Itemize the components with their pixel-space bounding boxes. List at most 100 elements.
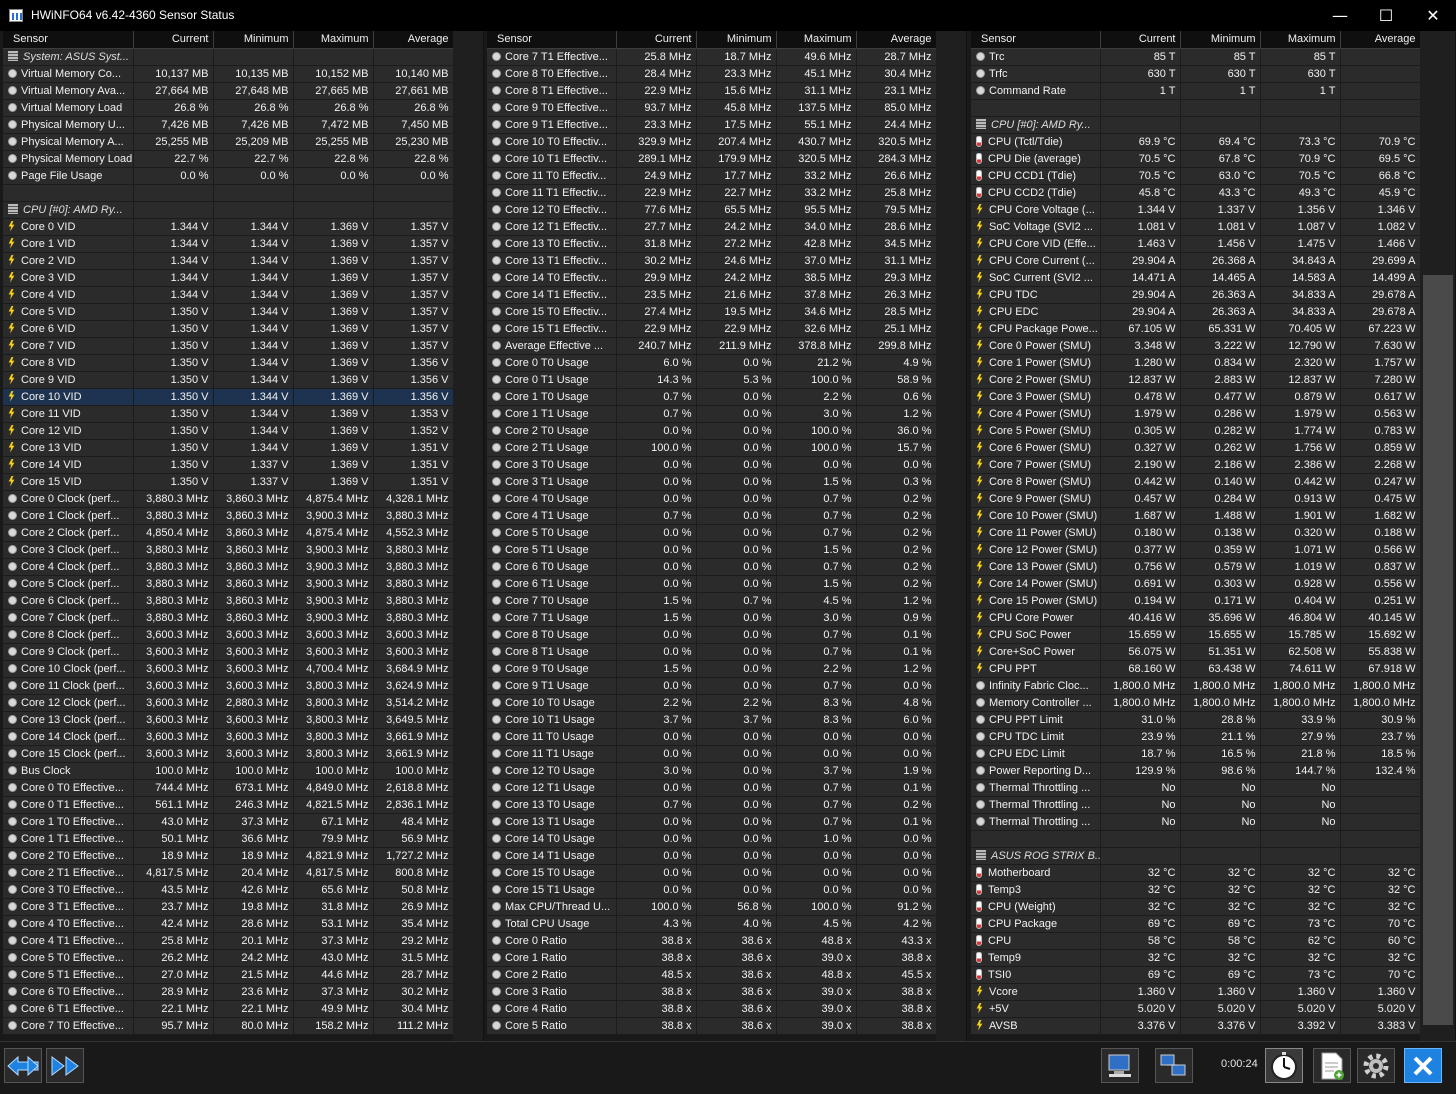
sensor-row[interactable]: CPU Core Power 40.416 W 35.696 W 46.804 W 40… [971,609,1421,627]
sensor-row[interactable]: Core 6 T1 Usage 0.0 % 0.0 % 1.5 % 0.2 % [487,575,937,593]
sensor-row[interactable]: Core 0 Clock (perf... 3,880.3 MHz 3,860.3 … [3,490,454,508]
sensor-row[interactable]: Core 14 Clock (perf... 3,600.3 MHz 3,600.3… [3,728,454,746]
sensor-row[interactable]: Core 12 T0 Effectiv... 77.6 MHz 65.5 MHz 95… [487,201,937,219]
sensor-row[interactable]: Core 14 T1 Effectiv... 23.5 MHz 21.6 MHz 37… [487,286,937,304]
sensor-row[interactable]: Core 1 T1 Effective... 50.1 MHz 36.6 MHz 79… [3,830,454,848]
sensor-row[interactable]: Core 14 VID 1.350 V 1.337 V 1.369 V 1.351 V [3,456,454,474]
sensor-row[interactable]: Core 15 T1 Effectiv... 22.9 MHz 22.9 MHz 32… [487,320,937,338]
sensor-row[interactable]: Core 4 Clock (perf... 3,880.3 MHz 3,860.3 … [3,558,454,576]
sensor-row[interactable]: Temp3 32 °C 32 °C 32 °C 32 °C [971,881,1421,899]
sensor-row[interactable]: Core 2 T1 Usage 100.0 % 0.0 % 100.0 % 15.7 % [487,439,937,457]
column-header-average[interactable]: Average [373,31,454,49]
column-header-maximum[interactable]: Maximum [293,31,374,49]
sensor-row[interactable]: Core 10 T0 Usage 2.2 % 2.2 % 8.3 % 4.8 % [487,694,937,712]
sensor-row[interactable]: Core 6 Power (SMU) 0.327 W 0.262 W 1.756 W0… [971,439,1421,457]
sensor-row[interactable]: Core 1 T0 Usage 0.7 % 0.0 % 2.2 % 0.6 % [487,388,937,406]
sensor-row[interactable]: Core 0 T1 Effective... 561.1 MHz 246.3 MHz… [3,796,454,814]
sensor-row[interactable]: Page File Usage 0.0 % 0.0 % 0.0 % 0.0 % [3,167,454,185]
sensor-group-header[interactable]: ASUS ROG STRIX B... [971,847,1421,865]
sensor-row[interactable]: Motherboard 32 °C 32 °C 32 °C 32 °C [971,864,1421,882]
next-page-button[interactable] [46,1048,84,1083]
sensor-row[interactable]: Core 12 T1 Effectiv... 27.7 MHz 24.2 MHz 34… [487,218,937,236]
sensor-row[interactable]: Core 2 VID 1.344 V 1.344 V 1.369 V 1.357 V [3,252,454,270]
sensor-row[interactable]: CPU CCD2 (Tdie) 45.8 °C 43.3 °C 49.3 °C 45.9… [971,184,1421,202]
column-header-current[interactable]: Current [616,31,697,49]
column-header-current[interactable]: Current [133,31,214,49]
sensor-row[interactable]: Core 1 Ratio 38.8 x 38.6 x 39.0 x 38.8 x [487,949,937,967]
sensor-row[interactable]: Core 14 Power (SMU) 0.691 W 0.303 W 0.928 W… [971,575,1421,593]
sensor-row[interactable]: Thermal Throttling ... No No No [971,779,1421,797]
sensor-row[interactable]: Core 6 T0 Effective... 28.9 MHz 23.6 MHz 37… [3,983,454,1001]
sensor-row[interactable]: Core 5 T0 Usage 0.0 % 0.0 % 0.7 % 0.2 % [487,524,937,542]
sensor-row[interactable]: Vcore 1.360 V 1.360 V 1.360 V 1.360 V [971,983,1421,1001]
sensor-row[interactable]: CPU 58 °C 58 °C 62 °C 60 °C [971,932,1421,950]
vertical-scrollbar[interactable] [1420,31,1455,1041]
sensor-row[interactable]: Core 0 Power (SMU) 3.348 W 3.222 W 12.790 W… [971,337,1421,355]
sensor-row[interactable]: Thermal Throttling ... No No No [971,796,1421,814]
sensor-row[interactable]: CPU Core Current (... 29.904 A 26.368 A 34.… [971,252,1421,270]
sensor-row[interactable]: CPU (Tctl/Tdie) 69.9 °C 69.4 °C 73.3 °C 70.9… [971,133,1421,151]
column-header-minimum[interactable]: Minimum [213,31,294,49]
sensor-row[interactable]: Core 8 VID 1.350 V 1.344 V 1.369 V 1.356 V [3,354,454,372]
sensor-row[interactable]: Command Rate 1 T1 T1 T [971,82,1421,100]
sensor-row[interactable]: Core 0 T0 Usage 6.0 % 0.0 % 21.2 % 4.9 % [487,354,937,372]
sensor-row[interactable]: Core 11 T0 Usage 0.0 % 0.0 % 0.0 % 0.0 % [487,728,937,746]
sensor-row[interactable]: Core 4 T0 Effective... 42.4 MHz 28.6 MHz 53… [3,915,454,933]
sensor-row[interactable]: Core 1 Clock (perf... 3,880.3 MHz 3,860.3 … [3,507,454,525]
sensor-row[interactable]: Core 3 T1 Usage 0.0 % 0.0 % 1.5 % 0.3 % [487,473,937,491]
sensor-row[interactable]: CPU PPT 68.160 W 63.438 W 74.611 W 67.918 W [971,660,1421,678]
sensor-row[interactable]: Core 15 T0 Usage 0.0 % 0.0 % 0.0 % 0.0 % [487,864,937,882]
sensor-row[interactable]: CPU EDC 29.904 A 26.363 A 34.833 A 29.678 A [971,303,1421,321]
sensor-row[interactable]: Core 1 T1 Usage 0.7 % 0.0 % 3.0 % 1.2 % [487,405,937,423]
sensor-row[interactable]: Core 7 T0 Usage 1.5 % 0.7 % 4.5 % 1.2 % [487,592,937,610]
sensor-row[interactable]: Core 12 T0 Usage 3.0 % 0.0 % 3.7 % 1.9 % [487,762,937,780]
vertical-scrollbar[interactable] [453,31,483,1041]
sensor-row[interactable]: Virtual Memory Co... 10,137 MB 10,135 MB 10… [3,65,454,83]
sensor-row[interactable]: Core 6 T0 Usage 0.0 % 0.0 % 0.7 % 0.2 % [487,558,937,576]
sensor-row[interactable]: CPU EDC Limit 18.7 % 16.5 % 21.8 % 18.5 % [971,745,1421,763]
sensor-row[interactable]: Core 7 T0 Effective... 95.7 MHz 80.0 MHz 15… [3,1017,454,1035]
sensor-row[interactable]: CPU (Weight) 32 °C 32 °C 32 °C 32 °C [971,898,1421,916]
sensor-group-header[interactable]: CPU [#0]: AMD Ry... [971,116,1421,134]
sensor-row[interactable]: Core 4 T1 Effective... 25.8 MHz 20.1 MHz 37… [3,932,454,950]
column-header-average[interactable]: Average [1340,31,1421,49]
sensor-row[interactable]: Core 6 T1 Effective... 22.1 MHz 22.1 MHz 49… [3,1000,454,1018]
sensor-row[interactable]: Core 8 T1 Effective... 22.9 MHz 15.6 MHz 31… [487,82,937,100]
column-header-sensor[interactable]: Sensor [487,31,617,49]
sensor-row[interactable]: Core 3 Clock (perf... 3,880.3 MHz 3,860.3 … [3,541,454,559]
sensor-group-header[interactable]: System: ASUS Syst... [3,48,454,66]
sensor-row[interactable]: Core 14 T0 Effectiv... 29.9 MHz 24.2 MHz 38… [487,269,937,287]
sensor-row[interactable]: Core 11 T1 Usage 0.0 % 0.0 % 0.0 % 0.0 % [487,745,937,763]
sensor-row[interactable]: Core 9 T1 Usage 0.0 % 0.0 % 0.7 % 0.0 % [487,677,937,695]
sensor-row[interactable]: CPU TDC Limit 23.9 % 21.1 % 27.9 % 23.7 % [971,728,1421,746]
sensor-row[interactable]: Virtual Memory Ava... 27,664 MB 27,648 MB 2… [3,82,454,100]
sensor-row[interactable]: Temp9 32 °C 32 °C 32 °C 32 °C [971,949,1421,967]
settings-button[interactable] [1357,1048,1395,1083]
sensor-row[interactable]: Total CPU Usage 4.3 % 4.0 % 4.5 % 4.2 % [487,915,937,933]
sensor-row[interactable]: Core 5 Clock (perf... 3,880.3 MHz 3,860.3 … [3,575,454,593]
computer-network-button[interactable] [1155,1048,1193,1083]
sensor-row[interactable]: Core 7 T1 Effective... 25.8 MHz 18.7 MHz 49… [487,48,937,66]
exit-button[interactable] [1404,1048,1442,1083]
sensor-row[interactable]: Core 10 T0 Effectiv... 329.9 MHz 207.4 MHz… [487,133,937,151]
sensor-row[interactable]: Core 3 Power (SMU) 0.478 W 0.477 W 0.879 W0… [971,388,1421,406]
sensor-row[interactable]: Core 0 T1 Usage 14.3 % 5.3 % 100.0 % 58.9 % [487,371,937,389]
sensor-row[interactable]: Physical Memory A... 25,255 MB 25,209 MB 25… [3,133,454,151]
sensor-row[interactable]: TSI0 69 °C 69 °C 73 °C 70 °C [971,966,1421,984]
sensor-row[interactable]: Core 9 VID 1.350 V 1.344 V 1.369 V 1.356 V [3,371,454,389]
sensor-row[interactable]: Core 13 Power (SMU) 0.756 W 0.579 W 1.019 W… [971,558,1421,576]
sensor-row[interactable]: Average Effective ... 240.7 MHz 211.9 MHz 3… [487,337,937,355]
sensor-row[interactable]: Core 5 Power (SMU) 0.305 W 0.282 W 1.774 W0… [971,422,1421,440]
scrollbar-thumb[interactable] [1423,275,1453,1025]
timer-reset-button[interactable] [1265,1048,1303,1083]
sensor-row[interactable]: CPU TDC 29.904 A 26.363 A 34.833 A 29.678 A [971,286,1421,304]
sensor-row[interactable]: Core 2 T0 Usage 0.0 % 0.0 % 100.0 % 36.0 % [487,422,937,440]
sensor-row[interactable]: Trc 85 T 85 T 85 T [971,48,1421,66]
sensor-row[interactable]: Core 4 VID 1.344 V 1.344 V 1.369 V 1.357 V [3,286,454,304]
sensor-row[interactable]: Core 8 Power (SMU) 0.442 W 0.140 W 0.442 W0… [971,473,1421,491]
sensor-row[interactable]: Core 11 Clock (perf... 3,600.3 MHz 3,600.3… [3,677,454,695]
sensor-row[interactable]: Core 6 VID 1.350 V 1.344 V 1.369 V 1.357 V [3,320,454,338]
sensor-row[interactable]: Core 3 T1 Effective... 23.7 MHz 19.8 MHz 31… [3,898,454,916]
column-header-current[interactable]: Current [1100,31,1181,49]
sensor-row[interactable]: Core 12 Power (SMU) 0.377 W 0.359 W 1.071 W… [971,541,1421,559]
